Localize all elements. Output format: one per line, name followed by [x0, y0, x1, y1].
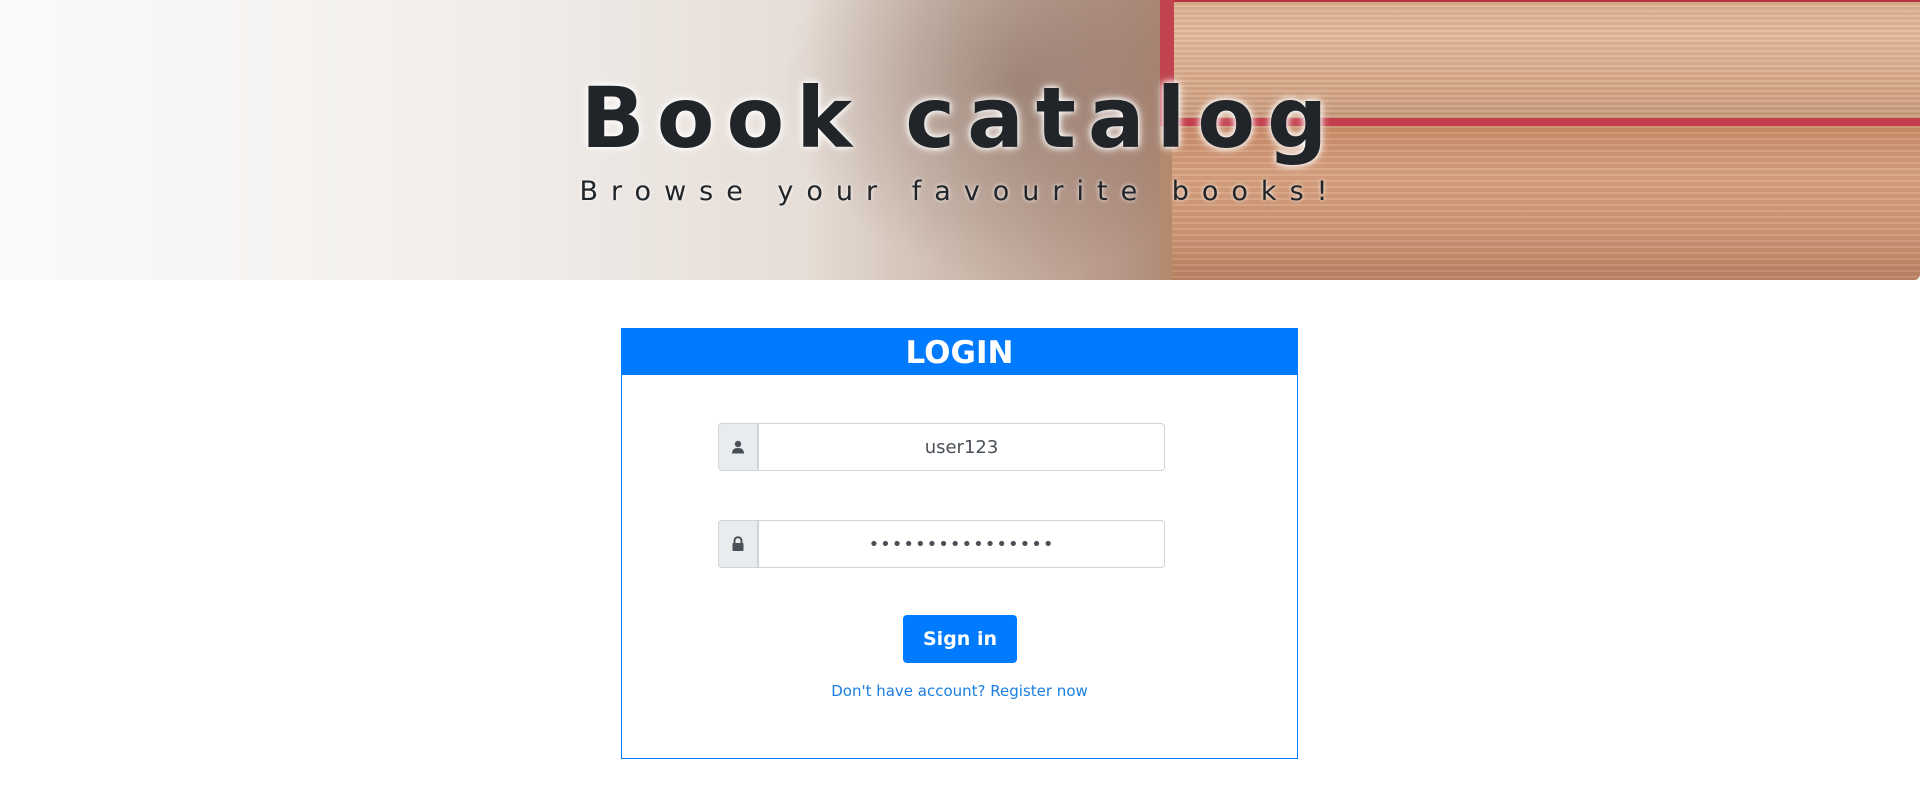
user-icon: [718, 423, 758, 471]
sign-in-button[interactable]: Sign in: [903, 615, 1017, 663]
login-card: LOGIN Sign in Don't have account? Regist…: [621, 328, 1298, 759]
lock-icon: [718, 520, 758, 568]
header-banner: Book catalog Browse your favourite books…: [0, 0, 1920, 280]
register-link[interactable]: Don't have account? Register now: [622, 682, 1297, 700]
login-header: LOGIN: [622, 329, 1297, 375]
username-field[interactable]: [758, 423, 1165, 471]
site-subtitle: Browse your favourite books!: [579, 176, 1341, 207]
site-title: Book catalog: [580, 69, 1340, 167]
password-field[interactable]: [758, 520, 1165, 568]
username-input-group: [718, 423, 1165, 471]
password-input-group: [718, 520, 1165, 568]
